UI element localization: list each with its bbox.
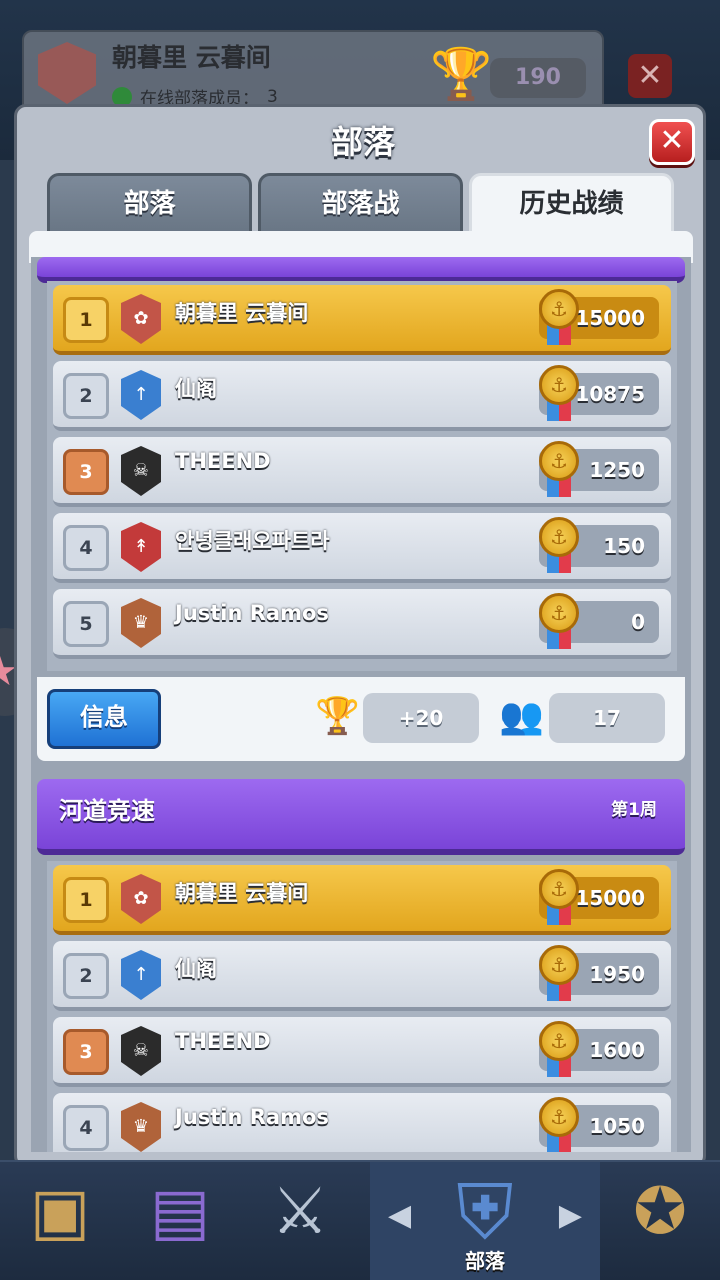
trophy-change: +20 xyxy=(363,693,479,743)
season-rows: 1 ✿ 朝暮里 云暮间 15000 ⚓ 2 ↑ 仙阁 1950 ⚓ 3 ☠ TH… xyxy=(47,861,677,1152)
clan-name: Justin Ramos xyxy=(175,601,329,625)
trophy-icon: 🏆 xyxy=(430,45,493,103)
season-title: 河道竞速 xyxy=(59,797,155,825)
flower-badge-icon: ✿ xyxy=(121,294,161,344)
laurel-icon: ✪ xyxy=(633,1175,687,1249)
modal-title: 部落 xyxy=(330,123,395,161)
rocket-badge-icon: ↟ xyxy=(121,522,161,572)
season-week: 第1周 xyxy=(611,800,657,820)
arrow-badge-icon: ↑ xyxy=(121,370,161,420)
rank-badge: 4 xyxy=(63,1105,109,1151)
nav-clan[interactable]: ◀ ⛨ ▶ 部落 xyxy=(370,1162,600,1280)
close-button[interactable]: ✕ xyxy=(649,119,695,165)
clan-name: 안녕클래오파트라 xyxy=(175,529,330,553)
history-list[interactable]: 1 ✿ 朝暮里 云暮间 15000 ⚓ 2 ↑ 仙阁 10875 ⚓ 3 ☠ T… xyxy=(31,257,691,1152)
medal-icon: ⚓ xyxy=(539,945,579,1003)
nav-shop[interactable]: ▣ xyxy=(0,1162,120,1280)
clan-name: Justin Ramos xyxy=(175,1105,329,1129)
members-icon: 👥 xyxy=(499,696,544,737)
season-header xyxy=(37,257,685,283)
member-count: 17 xyxy=(549,693,665,743)
king-badge-icon: ♛ xyxy=(121,1102,161,1152)
list-item: 4 ♛ Justin Ramos 1050 ⚓ xyxy=(53,1093,671,1152)
crossed-swords-icon: ⚔ xyxy=(271,1175,329,1249)
skull-badge-icon: ☠ xyxy=(121,446,161,496)
tab-clan[interactable]: 部落 xyxy=(47,173,252,235)
list-item: 2 ↑ 仙阁 10875 ⚓ xyxy=(53,361,671,431)
season-rows: 1 ✿ 朝暮里 云暮间 15000 ⚓ 2 ↑ 仙阁 10875 ⚓ 3 ☠ T… xyxy=(47,281,677,671)
tab-history[interactable]: 历史战绩 xyxy=(469,173,674,235)
rank-badge: 3 xyxy=(63,1029,109,1075)
nav-events[interactable]: ✪ xyxy=(600,1162,720,1280)
flower-badge-icon: ✿ xyxy=(121,874,161,924)
treasure-chest-icon: ▣ xyxy=(29,1175,91,1249)
background-close-icon: ✕ xyxy=(628,54,672,98)
list-item: 2 ↑ 仙阁 1950 ⚓ xyxy=(53,941,671,1011)
season-info-bar: 信息 🏆 +20 👥 17 xyxy=(37,677,685,761)
clan-name: 仙阁 xyxy=(175,377,217,401)
arrow-left-icon: ◀ xyxy=(388,1198,412,1233)
rank-badge: 5 xyxy=(63,601,109,647)
medal-icon: ⚓ xyxy=(539,593,579,651)
list-item: 1 ✿ 朝暮里 云暮间 15000 ⚓ xyxy=(53,285,671,355)
arrow-badge-icon: ↑ xyxy=(121,950,161,1000)
list-item: 4 ↟ 안녕클래오파트라 150 ⚓ xyxy=(53,513,671,583)
medal-icon: ⚓ xyxy=(539,441,579,499)
trophy-icon: 🏆 xyxy=(315,696,360,737)
rank-badge: 2 xyxy=(63,373,109,419)
clan-name: THEEND xyxy=(175,449,271,473)
medal-icon: ⚓ xyxy=(539,1097,579,1152)
medal-icon: ⚓ xyxy=(539,517,579,575)
list-item: 3 ☠ THEEND 1600 ⚓ xyxy=(53,1017,671,1087)
rank-badge: 1 xyxy=(63,877,109,923)
rank-badge: 1 xyxy=(63,297,109,343)
list-item: 1 ✿ 朝暮里 云暮间 15000 ⚓ xyxy=(53,865,671,935)
clan-name: 仙阁 xyxy=(175,957,217,981)
nav-cards[interactable]: ▤ xyxy=(120,1162,240,1280)
clan-name: 朝暮里 云暮间 xyxy=(175,301,309,325)
bottom-nav: ▣ ▤ ⚔ ◀ ⛨ ▶ 部落 ✪ xyxy=(0,1160,720,1280)
background-clan-name: 朝暮里 云暮间 xyxy=(112,43,271,72)
nav-clan-label: 部落 xyxy=(465,1249,505,1273)
list-item: 3 ☠ THEEND 1250 ⚓ xyxy=(53,437,671,507)
clan-name: 朝暮里 云暮间 xyxy=(175,881,309,905)
season-header: 河道竞速 第1周 xyxy=(37,779,685,855)
arrow-right-icon: ▶ xyxy=(558,1198,582,1233)
rank-badge: 2 xyxy=(63,953,109,999)
medal-icon: ⚓ xyxy=(539,869,579,927)
background-trophy-count: 190 xyxy=(490,58,586,98)
rank-badge: 3 xyxy=(63,449,109,495)
clan-modal: 部落 ✕ 部落 部落战 历史战绩 1 ✿ 朝暮里 云暮间 15000 ⚓ 2 ↑… xyxy=(14,104,706,1168)
info-button[interactable]: 信息 xyxy=(47,689,161,749)
medal-icon: ⚓ xyxy=(539,365,579,423)
cards-icon: ▤ xyxy=(149,1175,211,1249)
rank-badge: 4 xyxy=(63,525,109,571)
list-item: 5 ♛ Justin Ramos 0 ⚓ xyxy=(53,589,671,659)
medal-icon: ⚓ xyxy=(539,1021,579,1079)
medal-icon: ⚓ xyxy=(539,289,579,347)
clan-name: THEEND xyxy=(175,1029,271,1053)
skull-badge-icon: ☠ xyxy=(121,1026,161,1076)
nav-battle[interactable]: ⚔ xyxy=(240,1162,360,1280)
tab-clan-war[interactable]: 部落战 xyxy=(258,173,463,235)
king-badge-icon: ♛ xyxy=(121,598,161,648)
